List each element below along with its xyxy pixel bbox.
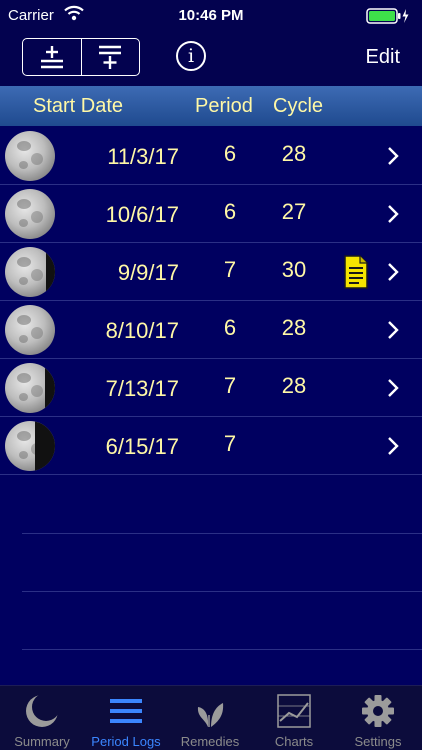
waning-gibbous-icon xyxy=(5,247,55,297)
last-quarter-icon xyxy=(5,421,55,471)
add-log-icon xyxy=(40,46,63,69)
period-log-row[interactable]: 9/9/17 7 30 xyxy=(0,243,422,301)
note-icon[interactable] xyxy=(343,254,369,290)
column-header-cycle: Cycle xyxy=(273,95,324,117)
period-log-list: 11/3/17 6 28 10/6/17 6 27 9/9/17 7 30 8/… xyxy=(0,127,422,475)
log-start-date: 6/15/17 xyxy=(105,434,179,459)
log-start-date: 8/10/17 xyxy=(105,318,179,343)
log-period: 7 xyxy=(223,257,237,282)
moon-icon xyxy=(26,693,60,727)
chevron-right-icon xyxy=(388,321,399,339)
log-period: 6 xyxy=(223,141,237,166)
log-actions-segment xyxy=(22,38,140,76)
tab-summary[interactable]: Summary xyxy=(0,686,84,750)
status-bar: Carrier 10:46 PM xyxy=(0,0,422,32)
period-log-row[interactable]: 7/13/17 7 28 xyxy=(0,359,422,417)
chevron-right-icon xyxy=(388,205,399,223)
empty-row-divider xyxy=(22,649,422,650)
tab-settings[interactable]: Settings xyxy=(336,686,420,750)
chevron-right-icon xyxy=(388,147,399,165)
log-period: 7 xyxy=(223,373,237,398)
tab-summary-label: Summary xyxy=(14,734,70,749)
log-cycle: 28 xyxy=(281,141,307,166)
tab-settings-label: Settings xyxy=(354,734,402,749)
log-period: 6 xyxy=(223,199,237,224)
leaf-icon xyxy=(197,703,224,727)
column-header-start-date: Start Date xyxy=(33,95,124,117)
log-start-date: 11/3/17 xyxy=(107,144,179,169)
nav-bar: i Edit xyxy=(0,32,422,86)
log-start-date: 7/13/17 xyxy=(105,376,179,401)
insert-log-button[interactable] xyxy=(80,39,140,75)
info-icon: i xyxy=(187,45,195,67)
info-button[interactable]: i xyxy=(176,41,206,71)
chevron-right-icon xyxy=(388,263,399,281)
tab-remedies[interactable]: Remedies xyxy=(168,686,252,750)
log-period: 7 xyxy=(223,431,237,456)
full-moon-icon xyxy=(5,189,55,239)
status-time: 10:46 PM xyxy=(178,7,244,24)
edit-button[interactable]: Edit xyxy=(366,46,400,69)
tab-period-logs-label: Period Logs xyxy=(91,734,161,749)
list-icon xyxy=(110,699,142,723)
empty-row-divider xyxy=(22,591,422,592)
full-moon-icon xyxy=(5,305,55,355)
insert-log-icon xyxy=(99,45,122,69)
add-log-button[interactable] xyxy=(23,39,81,75)
log-start-date: 10/6/17 xyxy=(105,202,179,227)
column-header-row: Start Date Period Cycle xyxy=(0,86,422,126)
tab-bar: Summary Period Logs Remedies Charts Sett… xyxy=(0,685,422,750)
log-start-date: 9/9/17 xyxy=(117,260,179,285)
empty-row-divider xyxy=(22,533,422,534)
column-header-period: Period xyxy=(195,95,253,117)
period-log-row[interactable]: 6/15/17 7 xyxy=(0,417,422,475)
log-cycle: 28 xyxy=(281,315,307,340)
waning-gibbous-icon xyxy=(5,363,55,413)
log-period: 6 xyxy=(223,315,237,340)
period-log-row[interactable]: 11/3/17 6 28 xyxy=(0,127,422,185)
chevron-right-icon xyxy=(388,379,399,397)
tab-remedies-label: Remedies xyxy=(180,734,240,749)
tab-charts[interactable]: Charts xyxy=(252,686,336,750)
chevron-right-icon xyxy=(388,437,399,455)
period-log-row[interactable]: 10/6/17 6 27 xyxy=(0,185,422,243)
log-cycle: 30 xyxy=(281,257,307,282)
log-cycle: 27 xyxy=(281,199,307,224)
log-cycle: 28 xyxy=(281,373,307,398)
tab-period-logs[interactable]: Period Logs xyxy=(84,686,168,750)
tab-charts-label: Charts xyxy=(274,734,314,749)
battery-icon xyxy=(366,8,410,28)
gear-icon xyxy=(362,695,394,727)
full-moon-icon xyxy=(5,131,55,181)
chart-icon xyxy=(277,694,311,728)
period-log-row[interactable]: 8/10/17 6 28 xyxy=(0,301,422,359)
